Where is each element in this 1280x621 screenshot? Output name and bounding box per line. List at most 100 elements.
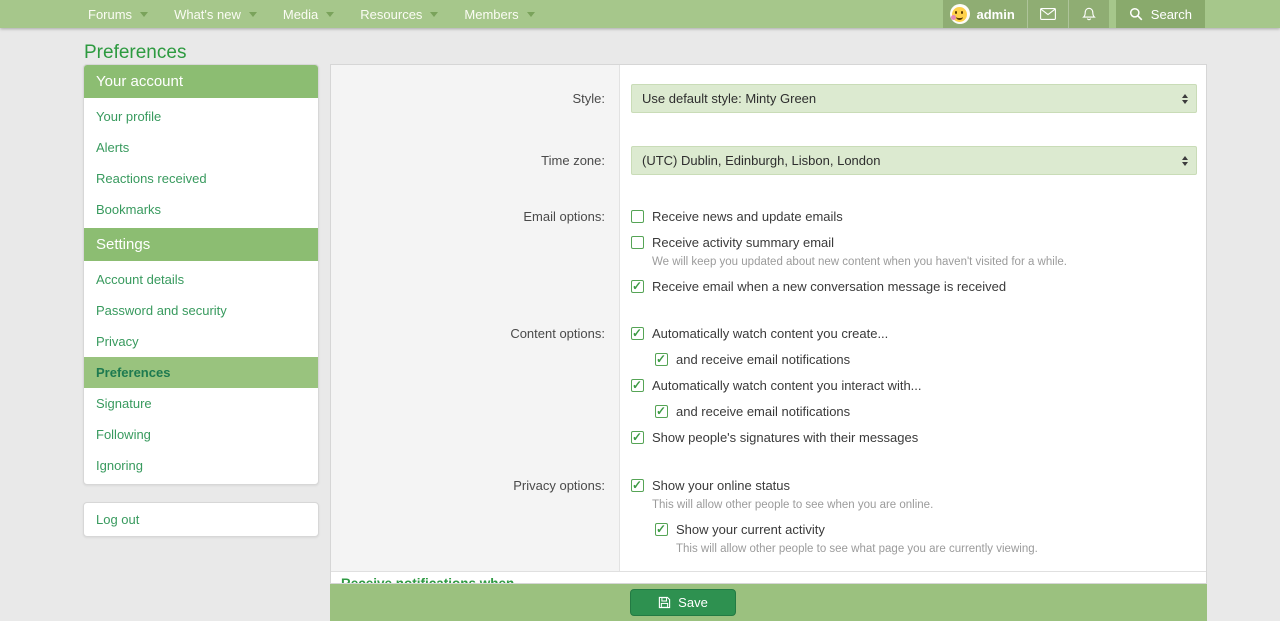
checkbox-hint: This will allow other people to see when… <box>631 498 1206 516</box>
timezone-select-value: (UTC) Dublin, Edinburgh, Lisbon, London <box>642 153 880 168</box>
select-updown-icon <box>1182 156 1188 166</box>
select-updown-icon <box>1182 94 1188 104</box>
nav-item-label: Resources <box>360 7 422 22</box>
nav-item-media[interactable]: Media <box>283 7 334 22</box>
checkbox-row: and receive email notifications <box>631 398 1206 424</box>
checkbox-row: Show people's signatures with their mess… <box>631 424 1206 450</box>
sidebar-item-your-profile[interactable]: Your profile <box>84 101 318 132</box>
sidebar-item-ignoring[interactable]: Ignoring <box>84 450 318 481</box>
page-title: Preferences <box>84 42 186 64</box>
floppy-disk-icon <box>658 596 671 609</box>
save-button[interactable]: Save <box>630 589 736 616</box>
checkbox-label[interactable]: and receive email notifications <box>676 404 850 419</box>
timezone-label: Time zone: <box>331 146 619 175</box>
conversations-button[interactable] <box>1027 0 1068 28</box>
checkbox-label[interactable]: Show your online status <box>652 478 790 493</box>
checkbox-row: Receive news and update emails <box>631 203 1206 229</box>
checkbox-label[interactable]: Show people's signatures with their mess… <box>652 430 918 445</box>
checkbox-label[interactable]: Show your current activity <box>676 522 825 537</box>
sidebar-item-account-details[interactable]: Account details <box>84 264 318 295</box>
checkbox-row: Automatically watch content you create..… <box>631 320 1206 346</box>
nav-item-resources[interactable]: Resources <box>360 7 438 22</box>
sidebar-item-bookmarks[interactable]: Bookmarks <box>84 194 318 225</box>
sidebar-item-reactions-received[interactable]: Reactions received <box>84 163 318 194</box>
username-label: admin <box>977 7 1015 22</box>
nav-item-whats-new[interactable]: What's new <box>174 7 257 22</box>
checkbox-row: Receive activity summary email <box>631 229 1206 255</box>
sidebar-section-header-settings: Settings <box>84 228 318 261</box>
sidebar-item-following[interactable]: Following <box>84 419 318 450</box>
style-select[interactable]: Use default style: Minty Green <box>631 84 1197 113</box>
sidebar-list: Your profile Alerts Reactions received B… <box>84 98 318 228</box>
checkbox-online-status[interactable] <box>631 479 644 492</box>
checkbox-row: Receive email when a new conversation me… <box>631 273 1206 299</box>
sidebar-section-header-your-account: Your account <box>84 65 318 98</box>
chevron-down-icon <box>430 12 438 17</box>
checkbox-watch-interact[interactable] <box>631 379 644 392</box>
envelope-icon <box>1040 8 1056 20</box>
section-heading-clipped: Receive notifications when… <box>341 576 528 584</box>
checkbox-label[interactable]: and receive email notifications <box>676 352 850 367</box>
checkbox-activity-summary[interactable] <box>631 236 644 249</box>
checkbox-conversation-email[interactable] <box>631 280 644 293</box>
checkbox-show-signatures[interactable] <box>631 431 644 444</box>
checkbox-label[interactable]: Automatically watch content you interact… <box>652 378 922 393</box>
checkbox-current-activity[interactable] <box>655 523 668 536</box>
checkbox-interact-email-notifications[interactable] <box>655 405 668 418</box>
sidebar-nav-block: Your account Your profile Alerts Reactio… <box>83 64 319 485</box>
checkbox-hint: This will allow other people to see what… <box>631 542 1206 560</box>
top-navbar: Forums What's new Media Resources Member… <box>0 0 1280 28</box>
save-bar: Save <box>330 584 1207 621</box>
checkbox-label[interactable]: Receive activity summary email <box>652 235 834 250</box>
logout-button[interactable]: Log out <box>84 503 318 536</box>
alerts-button[interactable] <box>1068 0 1109 28</box>
email-options-label: Email options: <box>331 203 619 229</box>
bell-icon <box>1082 7 1096 22</box>
content-options-label: Content options: <box>331 320 619 346</box>
user-avatar <box>950 4 970 24</box>
smiley-avatar-icon <box>952 7 967 22</box>
logout-block: Log out <box>83 502 319 537</box>
checkbox-watch-create[interactable] <box>631 327 644 340</box>
panel-divider <box>331 571 1206 572</box>
nav-item-label: What's new <box>174 7 241 22</box>
checkbox-hint: We will keep you updated about new conte… <box>631 255 1206 273</box>
checkbox-label[interactable]: Automatically watch content you create..… <box>652 326 888 341</box>
nav-item-forums[interactable]: Forums <box>88 7 148 22</box>
timezone-select[interactable]: (UTC) Dublin, Edinburgh, Lisbon, London <box>631 146 1197 175</box>
user-account-button[interactable]: admin <box>943 0 1027 28</box>
sidebar-item-password-and-security[interactable]: Password and security <box>84 295 318 326</box>
nav-item-label: Members <box>464 7 518 22</box>
nav-item-label: Media <box>283 7 318 22</box>
style-select-value: Use default style: Minty Green <box>642 91 816 106</box>
chevron-down-icon <box>140 12 148 17</box>
sidebar-item-privacy[interactable]: Privacy <box>84 326 318 357</box>
main-menu: Forums What's new Media Resources Member… <box>88 0 561 28</box>
checkbox-row: Show your current activity <box>631 516 1206 542</box>
nav-item-label: Forums <box>88 7 132 22</box>
checkbox-create-email-notifications[interactable] <box>655 353 668 366</box>
nav-item-members[interactable]: Members <box>464 7 534 22</box>
checkbox-label[interactable]: Receive news and update emails <box>652 209 843 224</box>
checkbox-row: Automatically watch content you interact… <box>631 372 1206 398</box>
checkbox-receive-news[interactable] <box>631 210 644 223</box>
save-button-label: Save <box>678 595 708 610</box>
sidebar-list: Account details Password and security Pr… <box>84 261 318 484</box>
chevron-down-icon <box>249 12 257 17</box>
checkbox-label[interactable]: Receive email when a new conversation me… <box>652 279 1006 294</box>
sidebar-item-alerts[interactable]: Alerts <box>84 132 318 163</box>
sidebar-item-preferences[interactable]: Preferences <box>84 357 318 388</box>
account-sidebar: Your account Your profile Alerts Reactio… <box>83 64 319 537</box>
navbar-user-area: admin Search <box>943 0 1206 28</box>
checkbox-row: Show your online status <box>631 472 1206 498</box>
chevron-down-icon <box>527 12 535 17</box>
search-label: Search <box>1151 7 1192 22</box>
preferences-panel: Style: Use default style: Minty Green Ti… <box>330 64 1207 584</box>
magnifier-icon <box>1129 7 1143 21</box>
search-button[interactable]: Search <box>1116 0 1205 28</box>
sidebar-item-signature[interactable]: Signature <box>84 388 318 419</box>
chevron-down-icon <box>326 12 334 17</box>
privacy-options-label: Privacy options: <box>331 472 619 498</box>
checkbox-row: and receive email notifications <box>631 346 1206 372</box>
style-label: Style: <box>331 84 619 113</box>
